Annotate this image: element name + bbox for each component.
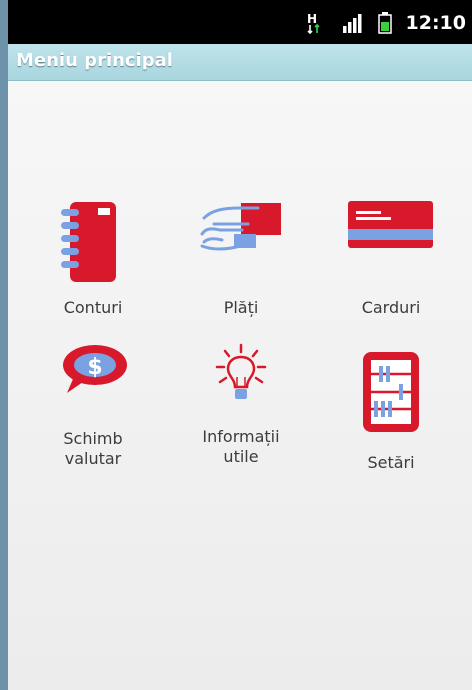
card-icon [348, 201, 433, 248]
menu-item-schimb-valutar[interactable]: $ Schimb valutar [23, 341, 163, 469]
lightbulb-icon [215, 343, 267, 399]
title-bar: Meniu principal [8, 44, 472, 81]
menu-item-label: Plăți [223, 298, 259, 317]
battery-icon [377, 12, 392, 34]
page-title: Meniu principal [16, 50, 173, 71]
svg-text:$: $ [87, 355, 102, 380]
abacus-icon [363, 352, 419, 432]
status-clock: 12:10 [405, 12, 466, 34]
menu-item-label: Setări [367, 453, 415, 472]
menu-item-carduri[interactable]: Carduri [321, 198, 461, 318]
menu-item-label-line2: valutar [64, 449, 122, 468]
menu-item-informatii-utile[interactable]: Informații utile [171, 341, 311, 467]
status-bar: H 12:10 [8, 0, 472, 44]
menu-item-label: Carduri [361, 298, 421, 317]
main-menu: Conturi Plăți Carduri $ Schimb valutar I… [8, 81, 472, 690]
menu-item-label-line2: utile [223, 447, 259, 466]
menu-item-label-line1: Informații [202, 427, 280, 446]
window-frame [0, 0, 8, 690]
menu-item-label-line1: Schimb [63, 429, 123, 448]
menu-item-conturi[interactable]: Conturi [23, 198, 163, 318]
network-hplus-icon: H [307, 12, 320, 35]
menu-item-label: Conturi [63, 298, 123, 317]
dollar-speech-icon: $ [63, 345, 127, 393]
svg-text:H: H [307, 12, 317, 26]
menu-item-plati[interactable]: Plăți [171, 198, 311, 318]
menu-item-setari[interactable]: Setări [321, 349, 461, 473]
signal-strength-icon [342, 14, 362, 33]
hand-card-icon [200, 203, 281, 251]
notebook-icon [61, 202, 116, 282]
